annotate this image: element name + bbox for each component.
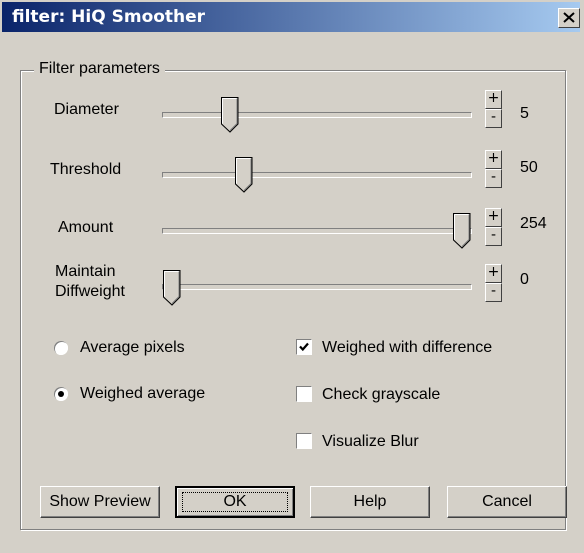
maintain-diffweight-decrement-button[interactable]: - xyxy=(485,283,502,302)
check-grayscale-checkbox[interactable] xyxy=(296,386,312,402)
close-icon xyxy=(563,12,575,23)
show-preview-button[interactable]: Show Preview xyxy=(40,486,160,518)
amount-slider-thumb[interactable] xyxy=(453,213,471,249)
radio-selected-dot xyxy=(58,391,64,397)
average-pixels-label[interactable]: Average pixels xyxy=(80,338,185,358)
average-pixels-radio[interactable] xyxy=(54,341,68,355)
weighed-with-difference-label[interactable]: Weighed with difference xyxy=(322,338,492,358)
weighed-average-label[interactable]: Weighed average xyxy=(80,384,205,404)
title-bar[interactable]: filter: HiQ Smoother xyxy=(2,2,580,32)
visualize-blur-checkbox[interactable] xyxy=(296,433,312,449)
amount-value: 254 xyxy=(520,215,547,232)
close-button[interactable] xyxy=(558,8,580,28)
maintain-diffweight-increment-button[interactable]: + xyxy=(485,264,502,283)
threshold-decrement-button[interactable]: - xyxy=(485,169,502,188)
threshold-spinner: + - xyxy=(485,150,502,188)
threshold-slider-thumb[interactable] xyxy=(235,157,253,193)
threshold-value: 50 xyxy=(520,159,538,176)
maintain-diffweight-slider-track[interactable] xyxy=(162,284,472,290)
diameter-slider-track[interactable] xyxy=(162,112,472,118)
maintain-diffweight-label: Maintain Diffweight xyxy=(55,263,125,300)
cancel-button[interactable]: Cancel xyxy=(447,486,567,518)
focus-rectangle xyxy=(182,492,288,512)
check-grayscale-label[interactable]: Check grayscale xyxy=(322,385,440,405)
amount-label: Amount xyxy=(58,219,114,236)
window-title: filter: HiQ Smoother xyxy=(12,7,206,27)
amount-spinner: + - xyxy=(485,208,502,246)
threshold-increment-button[interactable]: + xyxy=(485,150,502,169)
maintain-diffweight-spinner: + - xyxy=(485,264,502,302)
amount-slider-track[interactable] xyxy=(162,228,472,234)
weighed-with-difference-checkbox[interactable] xyxy=(296,339,312,355)
hiq-smoother-dialog: filter: HiQ Smoother Filter parameters D… xyxy=(0,0,584,553)
help-button[interactable]: Help xyxy=(310,486,430,518)
weighed-average-radio[interactable] xyxy=(54,387,68,401)
threshold-slider-track[interactable] xyxy=(162,172,472,178)
diameter-spinner: + - xyxy=(485,90,502,128)
maintain-diffweight-value: 0 xyxy=(520,271,529,288)
filter-parameters-label: Filter parameters xyxy=(34,60,165,78)
threshold-label: Threshold xyxy=(50,161,122,178)
diameter-label: Diameter xyxy=(54,101,119,118)
diameter-value: 5 xyxy=(520,105,529,122)
checkmark-icon xyxy=(299,342,309,352)
diameter-increment-button[interactable]: + xyxy=(485,90,502,109)
amount-decrement-button[interactable]: - xyxy=(485,227,502,246)
ok-button[interactable]: OK xyxy=(175,486,295,518)
maintain-diffweight-slider-thumb[interactable] xyxy=(163,270,181,306)
visualize-blur-label[interactable]: Visualize Blur xyxy=(322,432,419,452)
diameter-slider-thumb[interactable] xyxy=(221,97,239,133)
diameter-decrement-button[interactable]: - xyxy=(485,109,502,128)
amount-increment-button[interactable]: + xyxy=(485,208,502,227)
